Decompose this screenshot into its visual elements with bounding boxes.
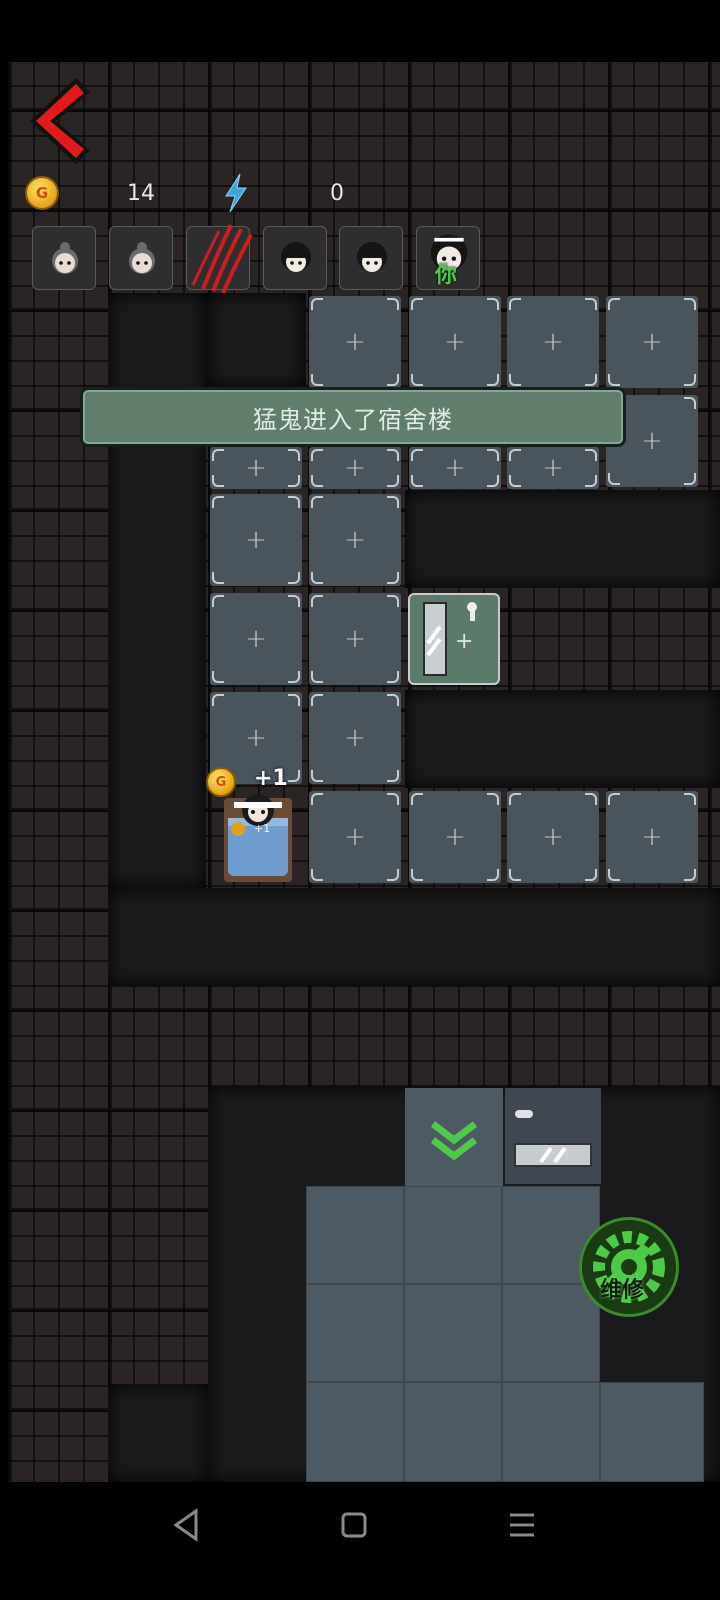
bed-icon: [224, 794, 292, 882]
roster-slot[interactable]: [263, 226, 327, 290]
build-slot[interactable]: +: [409, 447, 501, 489]
roster-slot-player[interactable]: 你: [416, 226, 480, 290]
small-coin-icon: [231, 822, 245, 836]
red-chevron-left-icon: [30, 78, 90, 164]
corridor: [405, 490, 720, 588]
floor-tile: [306, 1284, 404, 1382]
door-icon: [514, 1110, 592, 1167]
floor-tile: [404, 1284, 502, 1382]
roster-slot[interactable]: [186, 224, 253, 294]
repair-label: 维修: [600, 1278, 645, 1303]
build-slot[interactable]: +: [309, 447, 401, 489]
lightning-icon: [225, 173, 247, 213]
girl-dark-hair-avatar-icon: [281, 242, 311, 272]
build-slot[interactable]: +: [309, 593, 401, 685]
plus-symbol: +: [344, 822, 366, 852]
girl-bun-avatar-icon: [129, 242, 155, 274]
floor-tile: [306, 1382, 404, 1482]
floor-tile: [502, 1382, 600, 1482]
build-slot[interactable]: +: [409, 296, 501, 388]
plus-symbol: +: [542, 453, 564, 483]
nav-home-icon[interactable]: [332, 1505, 376, 1545]
floor-tile: [404, 1382, 502, 1482]
build-slot[interactable]: +: [210, 447, 302, 489]
roster-slot[interactable]: [339, 226, 403, 290]
build-slot[interactable]: +: [309, 692, 401, 784]
energy-count: 0: [330, 181, 344, 206]
build-slot[interactable]: +: [409, 791, 501, 883]
nav-menu-icon[interactable]: [500, 1505, 544, 1545]
stairs-down-tile[interactable]: [405, 1088, 503, 1186]
double-chevron-down-icon: [430, 1121, 478, 1161]
ghost-claw-marks-icon: [191, 224, 253, 294]
corridor: [206, 293, 306, 387]
coin-popup-icon: G: [206, 767, 236, 797]
plus-symbol: +: [444, 822, 466, 852]
build-slot[interactable]: +: [309, 791, 401, 883]
gold-coin-icon: G: [25, 176, 59, 210]
plus-symbol: +: [245, 453, 267, 483]
plus-symbol: +: [344, 327, 366, 357]
build-slot[interactable]: +: [309, 296, 401, 388]
plus-symbol: +: [455, 629, 473, 654]
plus-symbol: +: [542, 822, 564, 852]
door-cell[interactable]: +: [408, 593, 500, 685]
build-slot[interactable]: +: [507, 447, 599, 489]
event-notice: 猛鬼进入了宿舍楼: [80, 387, 626, 447]
corridor: [108, 293, 206, 888]
plus-symbol: +: [344, 453, 366, 483]
plus-symbol: +: [344, 723, 366, 753]
plus-symbol: +: [444, 327, 466, 357]
girl-dark-hair-avatar-icon: [357, 242, 387, 272]
floor-tile: [600, 1382, 704, 1482]
plus-symbol: +: [641, 327, 663, 357]
corridor: [108, 1384, 208, 1482]
plus-symbol: +: [245, 624, 267, 654]
floor-tile: [404, 1186, 502, 1284]
floor-tile: [306, 1186, 404, 1284]
corridor: [108, 888, 720, 986]
bed[interactable]: [220, 788, 296, 886]
player-you-label: 你: [435, 263, 458, 288]
income-popup: +1: [254, 766, 288, 791]
build-slot[interactable]: +: [606, 791, 698, 883]
corridor: [405, 690, 720, 788]
door-icon: +: [423, 602, 477, 676]
plus-symbol: +: [344, 525, 366, 555]
game-screen: + + + + + + + + + + + + + + + + + + + + G +1 +1: [0, 0, 720, 1600]
plus-symbol: +: [641, 822, 663, 852]
plus-symbol: +: [344, 624, 366, 654]
back-button[interactable]: [22, 72, 98, 170]
build-slot[interactable]: +: [309, 494, 401, 586]
plus-symbol: +: [444, 453, 466, 483]
nav-back-icon[interactable]: [166, 1505, 210, 1545]
coin-count: 14: [127, 181, 155, 206]
build-slot[interactable]: +: [507, 296, 599, 388]
repair-button[interactable]: 维修: [579, 1217, 679, 1317]
build-slot[interactable]: +: [210, 494, 302, 586]
plus-symbol: +: [245, 525, 267, 555]
build-slot[interactable]: +: [507, 791, 599, 883]
plus-symbol: +: [542, 327, 564, 357]
door-tile[interactable]: [505, 1088, 601, 1184]
build-slot[interactable]: +: [210, 593, 302, 685]
roster-slot[interactable]: [32, 226, 96, 290]
roster-slot[interactable]: [109, 226, 173, 290]
girl-bun-avatar-icon: [52, 242, 78, 274]
bed-income-label: +1: [254, 822, 271, 835]
build-slot[interactable]: +: [606, 296, 698, 388]
